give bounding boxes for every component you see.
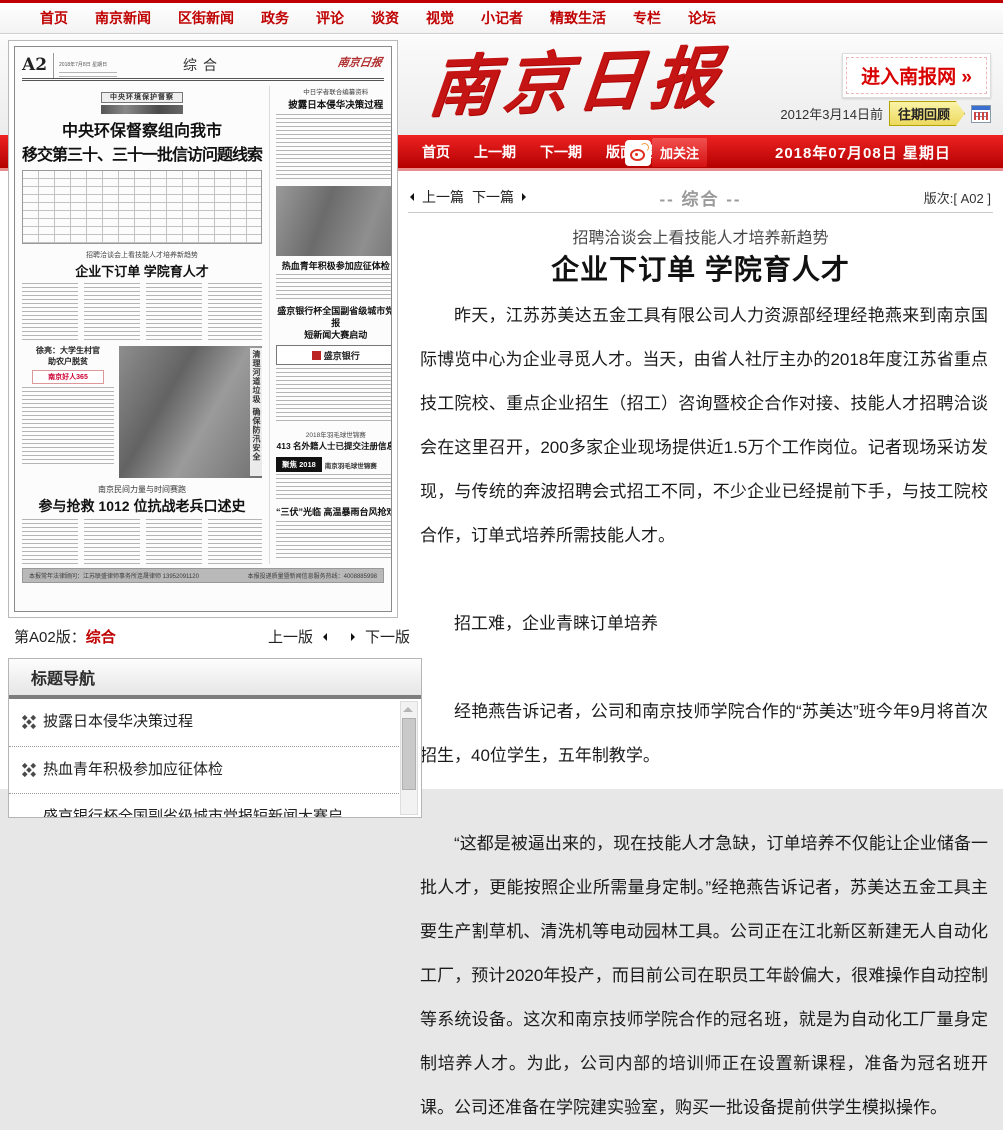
scrollbar[interactable] — [400, 701, 418, 815]
title-nav-list: 披露日本侵华决策过程 热血青年积极参加应征体检 盛京银行杯全国副省级城市党报短新… — [9, 699, 399, 817]
thumb-headline-6: 413 名外籍人士已提交注册信息 — [276, 440, 392, 452]
issue-nav-prev-issue[interactable]: 上一期 — [474, 142, 516, 162]
text-lines — [276, 368, 392, 424]
thumb-headline-7: “三伏”光临 高温暴雨台风抢戏 — [276, 505, 392, 518]
article-paragraph: “这都是被逼出来的，现在技能人才急缺，订单培养不仅能让企业储备一批人才，更能按照… — [420, 822, 988, 1130]
enter-site-label: 进入南报网 — [861, 67, 956, 88]
text-lines — [22, 283, 262, 340]
paper-header: A2 2018年7月8日 星期日 综合 南京日报 — [22, 52, 384, 81]
thumb-headline-1b: 移交第三十、三十一批信访问题线索 — [22, 141, 262, 165]
newspaper-page: A2 2018年7月8日 星期日 综合 南京日报 中央环境保护督察 中央环保督察… — [14, 46, 392, 612]
scrollbar-thumb[interactable] — [402, 718, 416, 790]
site-nav-district-news[interactable]: 区街新闻 — [178, 8, 234, 28]
site-nav-nanjing-news[interactable]: 南京新闻 — [95, 8, 151, 28]
thumb-headline-2: 企业下订单 学院育人才 — [22, 261, 262, 280]
prev-page-arrow-icon — [323, 633, 327, 641]
thumb-headline-1: 中央环保督察组向我市 — [22, 117, 262, 141]
text-lines — [276, 474, 392, 500]
archive-button[interactable]: 往期回顾 — [889, 101, 965, 126]
paper-section: 综合 — [22, 55, 384, 75]
calendar-icon[interactable] — [971, 105, 991, 123]
diamond-bullet-icon — [26, 767, 32, 773]
inspection-banner: 中央环境保护督察 — [101, 86, 183, 114]
site-nav-home[interactable]: 首页 — [40, 8, 68, 28]
scroll-up-arrow-icon[interactable] — [402, 704, 414, 714]
focus-2018-badge: 聚焦 2018 南京羽毛球世锦赛 — [276, 457, 392, 472]
text-lines — [276, 114, 392, 182]
page: 首页 南京新闻 区街新闻 政务 评论 谈资 视觉 小记者 精致生活 专栏 论坛 … — [0, 0, 1003, 789]
section-label: -- 综合 -- — [408, 185, 993, 210]
title-nav-header: 标题导航 — [9, 659, 421, 699]
text-lines — [276, 521, 392, 561]
thumb-headline-4: 热血青年积极参加应征体检 — [276, 259, 392, 272]
page-label: 第A02版： — [14, 629, 86, 646]
site-nav-comment[interactable]: 评论 — [316, 8, 344, 28]
river-photo: 清理河道垃圾 确保防汛安全 — [119, 346, 262, 478]
page-section: 综合 — [86, 629, 116, 646]
issue-nav-home[interactable]: 首页 — [422, 142, 450, 162]
haoren-badge: 南京好人365 — [32, 370, 104, 384]
text-lines — [22, 387, 114, 465]
weibo-follow-button[interactable]: 加关注 — [625, 138, 707, 167]
archive-row: 2012年3月14日前 往期回顾 — [780, 101, 991, 126]
article-title: 企业下订单 学院育人才 — [408, 248, 993, 288]
article-body: 昨天，江苏苏美达五金工具有限公司人力资源部经理经艳燕来到南京国际博览中心为企业寻… — [420, 294, 988, 1130]
site-nav-visual[interactable]: 视觉 — [426, 8, 454, 28]
paper-footer-bar: 本报常年法律顾问：江苏联盛律师事务所连晟律师 13952091120 本报投递质… — [22, 568, 384, 583]
text-lines — [22, 519, 262, 564]
page-thumbnail[interactable]: A2 2018年7月8日 星期日 综合 南京日报 中央环境保护督察 中央环保督察… — [8, 40, 398, 618]
text-lines — [276, 274, 392, 300]
site-nav-gov[interactable]: 政务 — [261, 8, 289, 28]
issue-nav-next-issue[interactable]: 下一期 — [540, 142, 582, 162]
site-nav: 首页 南京新闻 区街新闻 政务 评论 谈资 视觉 小记者 精致生活 专栏 论坛 — [0, 3, 1003, 34]
site-nav-tanzi[interactable]: 谈资 — [371, 8, 399, 28]
site-nav-life[interactable]: 精致生活 — [550, 8, 606, 28]
thumb-kicker-2: 招聘洽谈会上看技能人才培养新趋势 — [22, 250, 262, 260]
recruits-photo — [276, 186, 392, 256]
article-paragraph: 招工难，企业青睐订单培养 — [420, 602, 988, 646]
bank-logo-icon — [312, 351, 321, 360]
site-nav-column[interactable]: 专栏 — [633, 8, 661, 28]
bank-logo-box: 盛京银行 — [276, 345, 392, 365]
site-nav-junior-reporter[interactable]: 小记者 — [481, 8, 523, 28]
vertical-headline: 清理河道垃圾 确保防汛安全 — [250, 348, 263, 476]
paper-logo: 南京日报 — [425, 24, 731, 131]
diamond-bullet-icon — [26, 719, 32, 725]
article-nav: 上一篇 下一篇 -- 综合 -- 版次:[ A02 ] — [408, 182, 993, 213]
thumb-headline-5: 盛京银行杯全国副省级城市党报短新闻大赛启动 — [276, 305, 392, 341]
double-chevron-right-icon: » — [961, 67, 972, 88]
weibo-icon — [625, 140, 651, 166]
thumb-headline-8: 参与抢救 1012 位抗战老兵口述史 — [22, 496, 262, 516]
paper-footer-right: 本报投递质量暨新闻信息服务热线：4008885998 — [248, 571, 377, 580]
enter-site-button[interactable]: 进入南报网 » — [842, 53, 991, 98]
thumb-kicker-8: 南京民间力量与时间赛跑 — [22, 484, 262, 495]
paper-logo-small: 南京日报 — [337, 54, 384, 70]
thumb-kicker-6: 2018年羽毛球世锦赛 — [276, 429, 392, 439]
article-kicker: 招聘洽谈会上看技能人才培养新趋势 — [408, 224, 993, 248]
issue-date: 2018年07月08日 星期日 — [775, 142, 951, 163]
page-bar: 第A02版：综合 上一版 下一版 — [10, 624, 410, 650]
title-nav-item[interactable]: 盛京银行杯全国副省级城市党报短新闻大赛启动 — [9, 794, 399, 817]
data-table-graphic — [22, 170, 262, 244]
next-page-arrow-icon — [351, 633, 355, 641]
prev-page-link[interactable]: 上一版 — [268, 626, 313, 647]
title-nav-panel: 标题导航 披露日本侵华决策过程 热血青年积极参加应征体检 盛京银行杯全国副省级城… — [8, 658, 422, 818]
follow-label: 加关注 — [652, 138, 707, 167]
thumb-headline-3: 披露日本侵华决策过程 — [276, 97, 392, 111]
banner-photo-strip — [101, 105, 183, 114]
thumb-headline-9: 徐亮：大学生村官助农户脱贫 — [22, 346, 114, 367]
title-nav-item[interactable]: 披露日本侵华决策过程 — [9, 699, 399, 747]
archive-date-hint: 2012年3月14日前 — [780, 104, 883, 123]
page-number-label: 版次:[ A02 ] — [924, 188, 991, 207]
title-nav-item[interactable]: 热血青年积极参加应征体检 — [9, 747, 399, 795]
article-paragraph: 经艳燕告诉记者，公司和南京技师学院合作的“苏美达”班今年9月将首次招生，40位学… — [420, 690, 988, 778]
article-paragraph: 昨天，江苏苏美达五金工具有限公司人力资源部经理经艳燕来到南京国际博览中心为企业寻… — [420, 294, 988, 558]
next-page-link[interactable]: 下一版 — [365, 626, 410, 647]
thumb-kicker-3: 中日学者联合编纂资料 — [276, 86, 392, 96]
paper-footer-left: 本报常年法律顾问：江苏联盛律师事务所连晟律师 13952091120 — [29, 571, 199, 580]
